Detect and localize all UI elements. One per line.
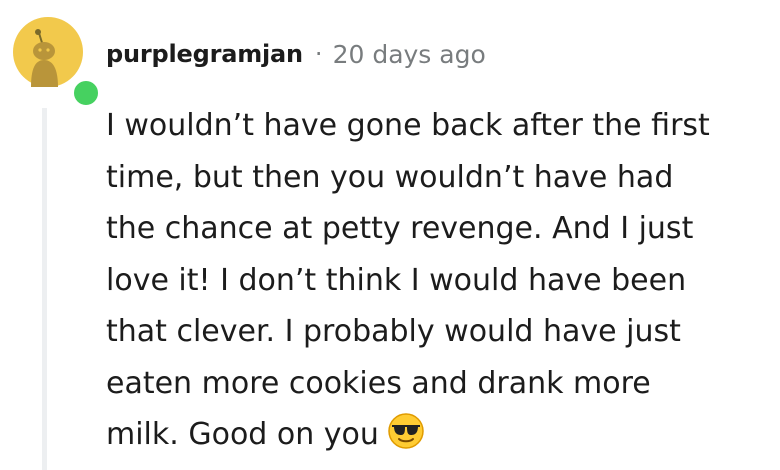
comment: purplegramjan · 20 days ago I wouldn’t h… <box>0 0 780 470</box>
meta-separator: · <box>314 40 323 68</box>
comment-header: purplegramjan · 20 days ago <box>106 36 486 72</box>
user-avatar[interactable] <box>13 17 101 108</box>
comment-line-text: milk. Good on you <box>106 417 379 452</box>
comment-line: time, but then you wouldn’t have had <box>106 159 674 195</box>
comment-body: I wouldn’t have gone back after the firs… <box>106 100 766 461</box>
comment-line: love it! I don’t think I would have been <box>106 262 687 298</box>
thread-collapse-line[interactable] <box>42 108 47 470</box>
online-status-indicator <box>71 78 101 108</box>
snoo-avatar-icon <box>13 17 83 87</box>
comment-line: that clever. I probably would have just <box>106 314 681 349</box>
comment-line: the chance at petty revenge. And I just <box>106 211 694 246</box>
comment-timestamp[interactable]: 20 days ago <box>333 40 486 69</box>
username-link[interactable]: purplegramjan <box>106 40 303 68</box>
comment-line: I wouldn’t have gone back after the firs… <box>106 108 710 143</box>
comment-last-line: milk. Good on you <box>106 409 766 461</box>
comment-line: eaten more cookies and drank more <box>106 365 651 401</box>
sunglasses-emoji-icon <box>387 412 425 450</box>
